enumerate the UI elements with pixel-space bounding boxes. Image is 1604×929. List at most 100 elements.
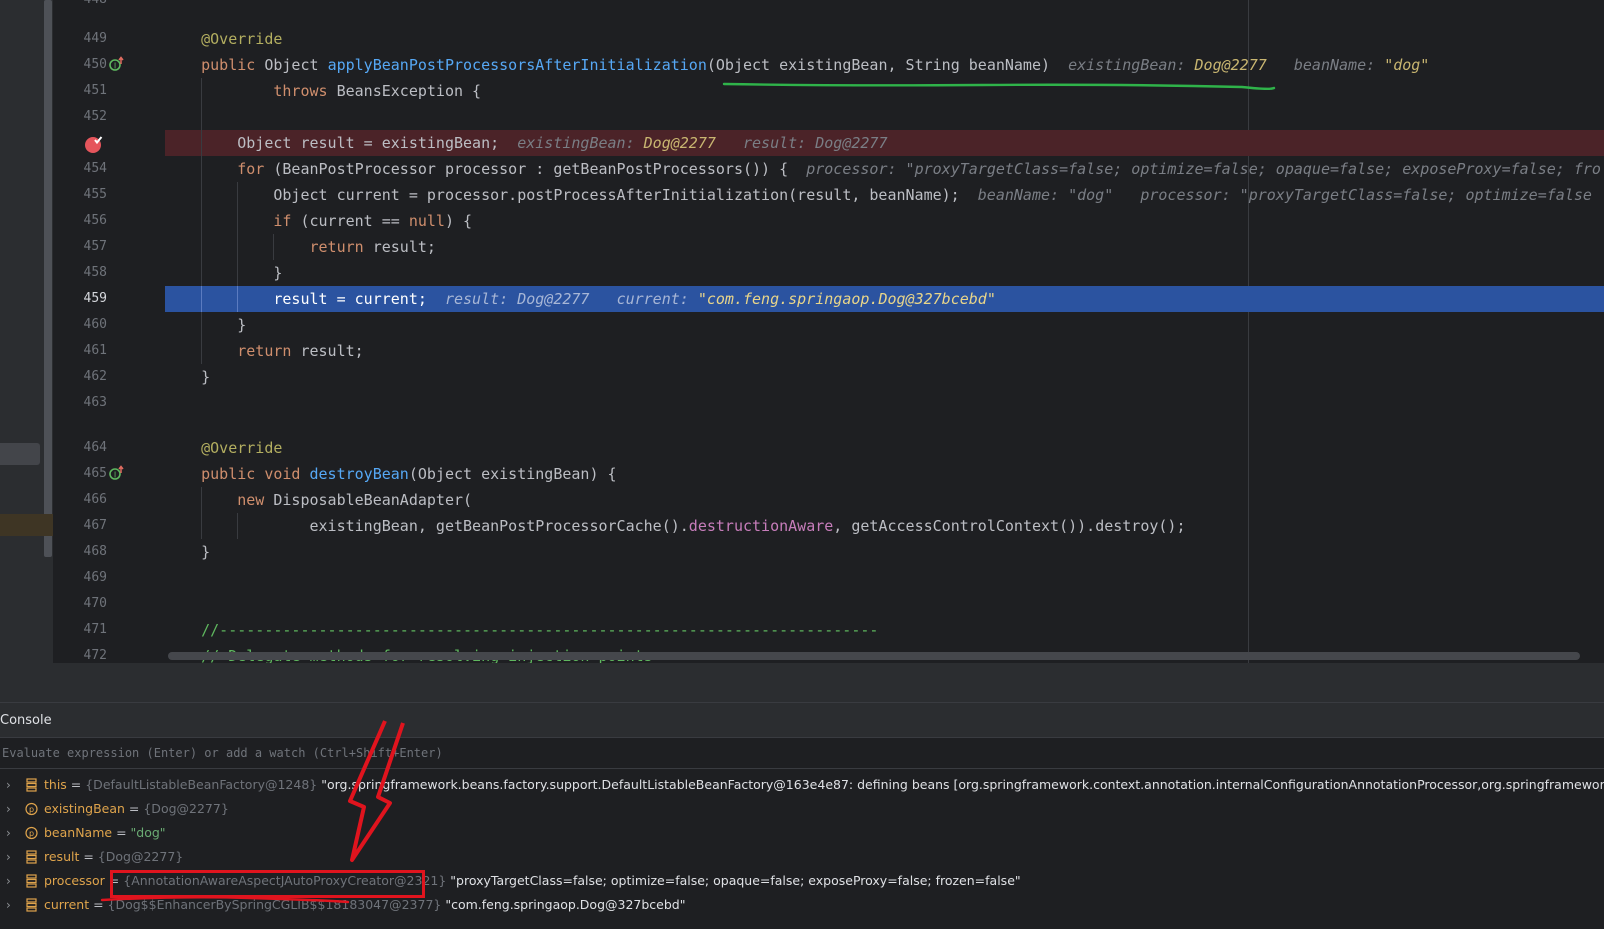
line-number: 449 xyxy=(83,31,107,46)
variable-name: existingBean xyxy=(44,801,125,816)
code-line: Object current = processor.postProcessAf… xyxy=(165,182,1604,208)
variable-equals: = xyxy=(124,801,144,816)
code-line xyxy=(165,104,1604,130)
expand-chevron-icon[interactable]: › xyxy=(6,869,11,893)
implements-method-icon[interactable]: I xyxy=(109,465,125,485)
expand-chevron-icon[interactable]: › xyxy=(6,845,11,869)
line-number: 461 xyxy=(83,343,107,358)
line-number: 450 xyxy=(83,57,107,72)
variable-equals: = xyxy=(66,777,86,792)
line-number: 467 xyxy=(83,518,107,533)
console-tab-header[interactable]: Console xyxy=(0,703,1604,738)
parameter-icon: p xyxy=(25,826,38,840)
line-number: 471 xyxy=(83,622,107,637)
code-line: } xyxy=(201,543,211,561)
line-number-current: 459 xyxy=(83,291,107,306)
red-arrow-annotation xyxy=(348,720,405,862)
line-number: 470 xyxy=(83,596,107,611)
variable-value: "org.springframework.beans.factory.suppo… xyxy=(321,777,1604,792)
code-line: public void destroyBean(Object existingB… xyxy=(201,465,617,483)
code-line: return result; xyxy=(165,338,1604,364)
line-number: 469 xyxy=(83,570,107,585)
line-number: 465 xyxy=(83,466,107,481)
field-icon xyxy=(26,874,37,888)
line-number: 452 xyxy=(83,109,107,124)
code-line: for (BeanPostProcessor processor : getBe… xyxy=(165,156,1604,182)
variable-row[interactable]: › p beanName = "dog" xyxy=(0,821,1604,845)
code-line: return result; xyxy=(165,234,1604,260)
line-number: 468 xyxy=(83,544,107,559)
evaluate-expression-input[interactable] xyxy=(2,738,1597,768)
side-scrollbar[interactable] xyxy=(44,0,52,557)
variable-type: {DefaultListableBeanFactory@1248} xyxy=(85,777,318,792)
code-editor[interactable]: 448 449 450 451 452 454 455 456 457 458 … xyxy=(0,0,1604,663)
variable-name: result xyxy=(44,849,80,864)
variable-value: "proxyTargetClass=false; optimize=false;… xyxy=(446,873,1021,888)
variable-value: "com.feng.springaop.Dog@327bcebd" xyxy=(441,897,686,912)
variable-row[interactable]: › result = {Dog@2277} xyxy=(0,845,1604,869)
line-number: 448 xyxy=(53,0,157,13)
variable-equals: = xyxy=(112,825,131,840)
variable-name: beanName xyxy=(44,825,113,840)
horizontal-scrollbar[interactable] xyxy=(168,652,1580,660)
code-line: if (current == null) { xyxy=(165,208,1604,234)
console-tab[interactable]: Console xyxy=(0,703,52,738)
variable-type: {Dog@2277} xyxy=(143,801,229,816)
side-marker-warning xyxy=(0,514,53,536)
code-line: } xyxy=(165,312,1604,338)
svg-text:I: I xyxy=(114,471,116,480)
line-number: 466 xyxy=(83,492,107,507)
line-number: 472 xyxy=(83,648,107,663)
svg-text:p: p xyxy=(29,829,34,838)
line-number: 464 xyxy=(83,440,107,455)
breakpoint-icon[interactable] xyxy=(84,134,104,158)
debug-toolbar xyxy=(0,663,1604,703)
variable-name: processor xyxy=(44,873,105,888)
line-number: 455 xyxy=(83,187,107,202)
field-icon xyxy=(26,898,37,912)
line-number-gutter[interactable]: 448 449 450 451 452 454 455 456 457 458 … xyxy=(53,0,165,663)
evaluate-expression-bar[interactable] xyxy=(0,738,1604,769)
line-number: 463 xyxy=(83,395,107,410)
field-icon xyxy=(26,778,37,792)
variable-value: "dog" xyxy=(130,825,166,840)
code-line-breakpoint: Object result = existingBean; existingBe… xyxy=(165,130,1604,156)
variable-row[interactable]: › p existingBean = {Dog@2277} xyxy=(0,797,1604,821)
line-number: 458 xyxy=(83,265,107,280)
code-line: existingBean, getBeanPostProcessorCache(… xyxy=(165,513,1604,539)
variable-name: current xyxy=(44,897,90,912)
variable-equals: = xyxy=(79,849,98,864)
side-marker xyxy=(0,443,40,465)
code-line: public Object applyBeanPostProcessorsAft… xyxy=(201,56,1430,74)
variable-type: {Dog@2277} xyxy=(97,849,184,864)
line-number: 457 xyxy=(83,239,107,254)
code-line: @Override xyxy=(201,439,283,457)
code-line: //--------------------------------------… xyxy=(201,621,879,639)
expand-chevron-icon[interactable]: › xyxy=(6,893,11,917)
red-underline-annotation xyxy=(100,896,350,904)
code-line: new DisposableBeanAdapter( xyxy=(165,487,1604,513)
variable-name: this xyxy=(44,777,67,792)
expand-chevron-icon[interactable]: › xyxy=(6,773,11,797)
code-line: } xyxy=(165,260,1604,286)
svg-text:I: I xyxy=(114,62,116,71)
expand-chevron-icon[interactable]: › xyxy=(6,821,11,845)
variable-row[interactable]: › this = {DefaultListableBeanFactory@124… xyxy=(0,773,1604,797)
parameter-icon: p xyxy=(25,802,38,816)
line-number: 454 xyxy=(83,161,107,176)
code-line: @Override xyxy=(201,30,283,48)
expand-chevron-icon[interactable]: › xyxy=(6,797,11,821)
line-number: 462 xyxy=(83,369,107,384)
code-vision-hint[interactable]: ⚙⌄ xyxy=(165,409,1604,435)
field-icon xyxy=(26,850,37,864)
green-underline-annotation xyxy=(722,82,1276,90)
structure-side-strip xyxy=(0,0,53,663)
line-number: 460 xyxy=(83,317,107,332)
code-area[interactable]: ⚙⌄ @Override public Object applyBeanPost… xyxy=(165,0,1604,663)
code-line-execution-point: result = current; result: Dog@2277 curre… xyxy=(165,286,1604,312)
line-number: 456 xyxy=(83,213,107,228)
svg-text:p: p xyxy=(29,805,34,814)
line-number: 451 xyxy=(83,83,107,98)
code-line: } xyxy=(201,368,211,386)
implements-method-icon[interactable]: I xyxy=(109,56,125,76)
